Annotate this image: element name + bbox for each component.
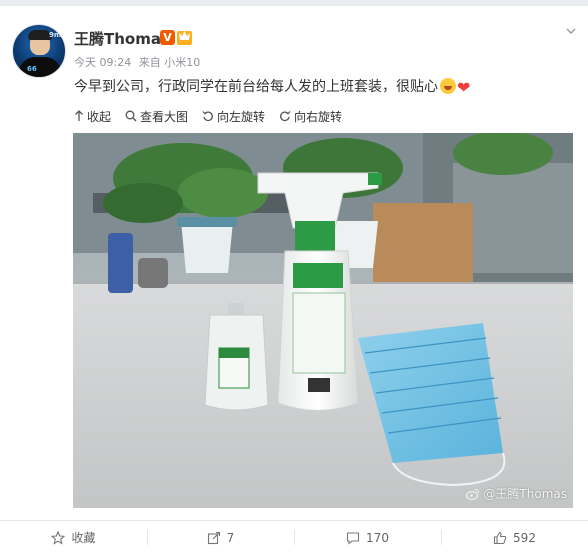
repost-icon	[207, 531, 220, 544]
laugh-emoji-icon	[440, 78, 456, 94]
heart-emoji-icon: ❤	[457, 78, 471, 97]
media-toolbar: 收起 查看大图 向左旋转 向右旋转	[74, 108, 342, 124]
watermark-text: @王腾Thomas	[483, 487, 567, 501]
collapse-label: 收起	[87, 109, 112, 124]
repost-count: 7	[226, 530, 235, 545]
view-large-button[interactable]: 查看大图	[125, 108, 188, 125]
rotate-right-icon	[280, 111, 291, 122]
username-link[interactable]: 王腾Thomas	[74, 28, 170, 49]
avatar[interactable]: 9ms 66	[12, 24, 66, 78]
post-content: 今早到公司，行政同学在前台给每人发的上班套装，很贴心 ❤	[74, 76, 470, 97]
post-source[interactable]: 来自 小米10	[139, 56, 201, 69]
rotate-right-label: 向右旋转	[294, 109, 343, 124]
comment-icon	[346, 531, 360, 545]
rotate-left-button[interactable]: 向左旋转	[202, 108, 265, 125]
action-bar: 收藏 7 170 592	[0, 520, 588, 554]
chevron-down-icon[interactable]	[566, 26, 576, 36]
comment-count: 170	[366, 530, 389, 545]
avatar-shirt-text: 66	[27, 65, 37, 73]
member-crown-icon[interactable]	[177, 31, 192, 45]
repost-button[interactable]: 7	[147, 521, 294, 554]
avatar-tag: 9ms	[49, 31, 66, 39]
post-text: 今早到公司，行政同学在前台给每人发的上班套装，很贴心	[74, 79, 438, 95]
favorite-button[interactable]: 收藏	[0, 521, 147, 554]
like-count: 592	[513, 530, 536, 545]
collapse-arrow-icon	[75, 110, 83, 121]
rotate-left-label: 向左旋转	[217, 109, 266, 124]
star-icon	[51, 530, 66, 545]
weibo-logo-icon	[466, 488, 480, 500]
verified-badge-icon[interactable]: V	[160, 30, 175, 45]
photo-watermark: @王腾Thomas	[466, 485, 567, 502]
view-large-label: 查看大图	[140, 109, 189, 124]
collapse-button[interactable]: 收起	[74, 108, 111, 125]
like-button[interactable]: 592	[441, 521, 588, 554]
comment-button[interactable]: 170	[294, 521, 441, 554]
post-meta: 今天 09:24 来自 小米10	[74, 54, 204, 70]
magnifier-icon	[125, 110, 137, 122]
photo-scene	[73, 133, 573, 508]
post-time[interactable]: 今天 09:24	[74, 56, 131, 69]
avatar-shirt	[19, 57, 61, 77]
thumbs-up-icon	[493, 531, 507, 544]
top-divider	[0, 0, 588, 6]
post-photo[interactable]: @王腾Thomas	[73, 133, 573, 508]
weibo-post-card: 9ms 66 王腾Thomas V 今天 09:24 来自 小米10 今早到公司…	[0, 0, 588, 554]
rotate-left-icon	[202, 111, 213, 122]
favorite-label: 收藏	[71, 531, 96, 545]
rotate-right-button[interactable]: 向右旋转	[279, 108, 342, 125]
